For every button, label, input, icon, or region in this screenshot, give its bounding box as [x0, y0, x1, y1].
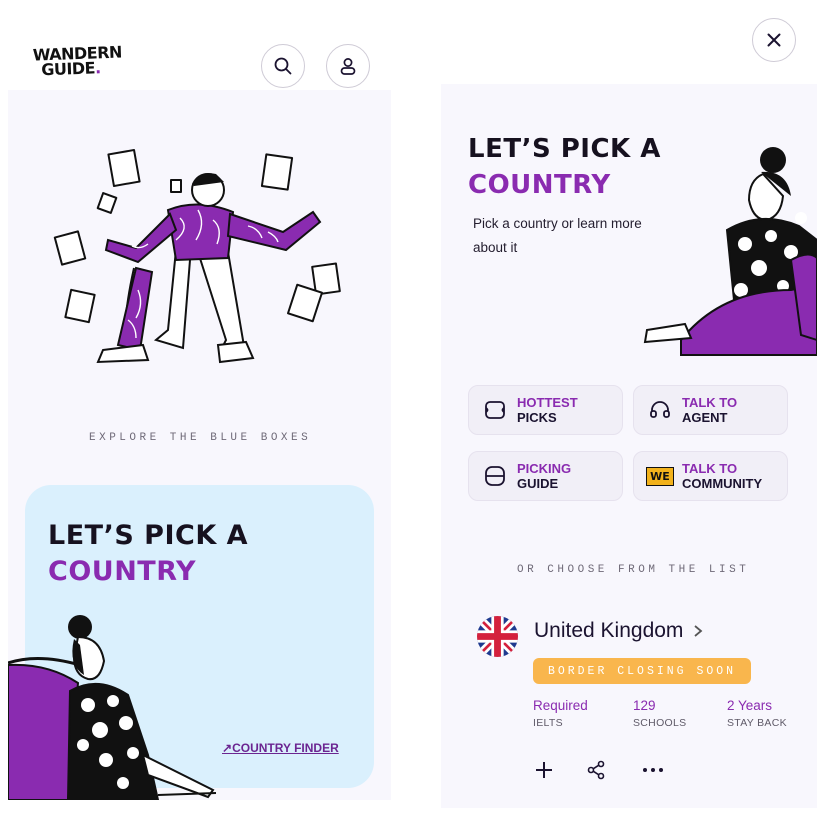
explore-caption: EXPLORE THE BLUE BOXES: [89, 432, 312, 444]
tile-label-line-1: HOTTEST: [517, 395, 578, 410]
we-community-icon: WE: [646, 463, 674, 489]
seated-woman-illustration: [643, 147, 817, 356]
pick-country-screen: LET’S PICK A COUNTRY Pick a country or l…: [441, 0, 817, 808]
search-button[interactable]: [261, 44, 305, 88]
home-screen: WANDERN GUIDE. EXPLORE THE BLUE BOXES LE…: [8, 0, 391, 800]
share-button[interactable]: [583, 757, 609, 783]
tile-talk-to-community[interactable]: WE TALK TO COMMUNITY: [633, 451, 788, 501]
tile-picking-guide[interactable]: PICKING GUIDE: [468, 451, 623, 501]
tile-label-line-1: TALK TO: [682, 395, 738, 410]
plus-icon: [536, 762, 552, 778]
ticket-icon: [482, 397, 508, 423]
stat-label: STAY BACK: [727, 717, 787, 729]
user-icon: [340, 58, 356, 75]
arrow-up-right-icon: ↗: [222, 741, 233, 755]
card-title-line-2: COUNTRY: [48, 556, 197, 587]
stat-value: Required: [533, 698, 588, 713]
tile-label-line-2: GUIDE: [517, 476, 559, 491]
country-name-row[interactable]: United Kingdom: [534, 619, 703, 643]
profile-button[interactable]: [326, 44, 370, 88]
close-icon: [767, 33, 781, 47]
juggling-person-illustration: [53, 148, 341, 364]
stat-stay-back: 2 Years STAY BACK: [727, 698, 787, 729]
stat-value: 2 Years: [727, 698, 773, 713]
stat-value: 129: [633, 698, 656, 713]
share-icon: [587, 760, 605, 780]
more-icon: [643, 768, 663, 772]
stat-ielts: Required IELTS: [533, 698, 588, 729]
tile-label-line-1: TALK TO: [682, 461, 738, 476]
woman-illustration: [8, 615, 217, 800]
app-logo[interactable]: WANDERN GUIDE.: [32, 42, 124, 80]
uk-flag-icon: [477, 616, 518, 657]
page-title: LET’S PICK A COUNTRY: [468, 131, 661, 203]
card-title: LET’S PICK A COUNTRY: [48, 518, 248, 590]
stat-label: IELTS: [533, 717, 563, 729]
tile-talk-to-agent[interactable]: TALK TO AGENT: [633, 385, 788, 435]
tile-label-line-2: AGENT: [682, 410, 728, 425]
tile-label-line-2: COMMUNITY: [682, 476, 763, 491]
tile-hottest-picks[interactable]: HOTTEST PICKS: [468, 385, 623, 435]
country-finder-label: COUNTRY FINDER: [232, 741, 339, 755]
page-title-line-2: COUNTRY: [468, 170, 611, 200]
stat-label: SCHOOLS: [633, 717, 687, 729]
page-subtitle: Pick a country or learn more about it: [473, 216, 642, 255]
headset-icon: [647, 397, 673, 423]
logo-line-2: GUIDE.: [40, 58, 101, 80]
status-badge: BORDER CLOSING SOON: [533, 658, 751, 684]
tile-label-line-1: PICKING: [517, 461, 572, 476]
guide-icon: [482, 463, 508, 489]
more-button[interactable]: [640, 757, 666, 783]
add-button[interactable]: [531, 757, 557, 783]
chevron-right-icon: [694, 625, 703, 637]
page-title-line-1: LET’S PICK A: [468, 134, 661, 164]
list-caption: OR CHOOSE FROM THE LIST: [517, 564, 750, 576]
country-finder-link[interactable]: ↗COUNTRY FINDER: [222, 741, 339, 755]
country-name: United Kingdom: [534, 619, 684, 642]
tile-label-line-2: PICKS: [517, 410, 557, 425]
card-title-line-1: LET’S PICK A: [48, 520, 249, 551]
stat-schools: 129 SCHOOLS: [633, 698, 686, 729]
close-button[interactable]: [752, 18, 796, 62]
search-icon: [274, 57, 292, 75]
